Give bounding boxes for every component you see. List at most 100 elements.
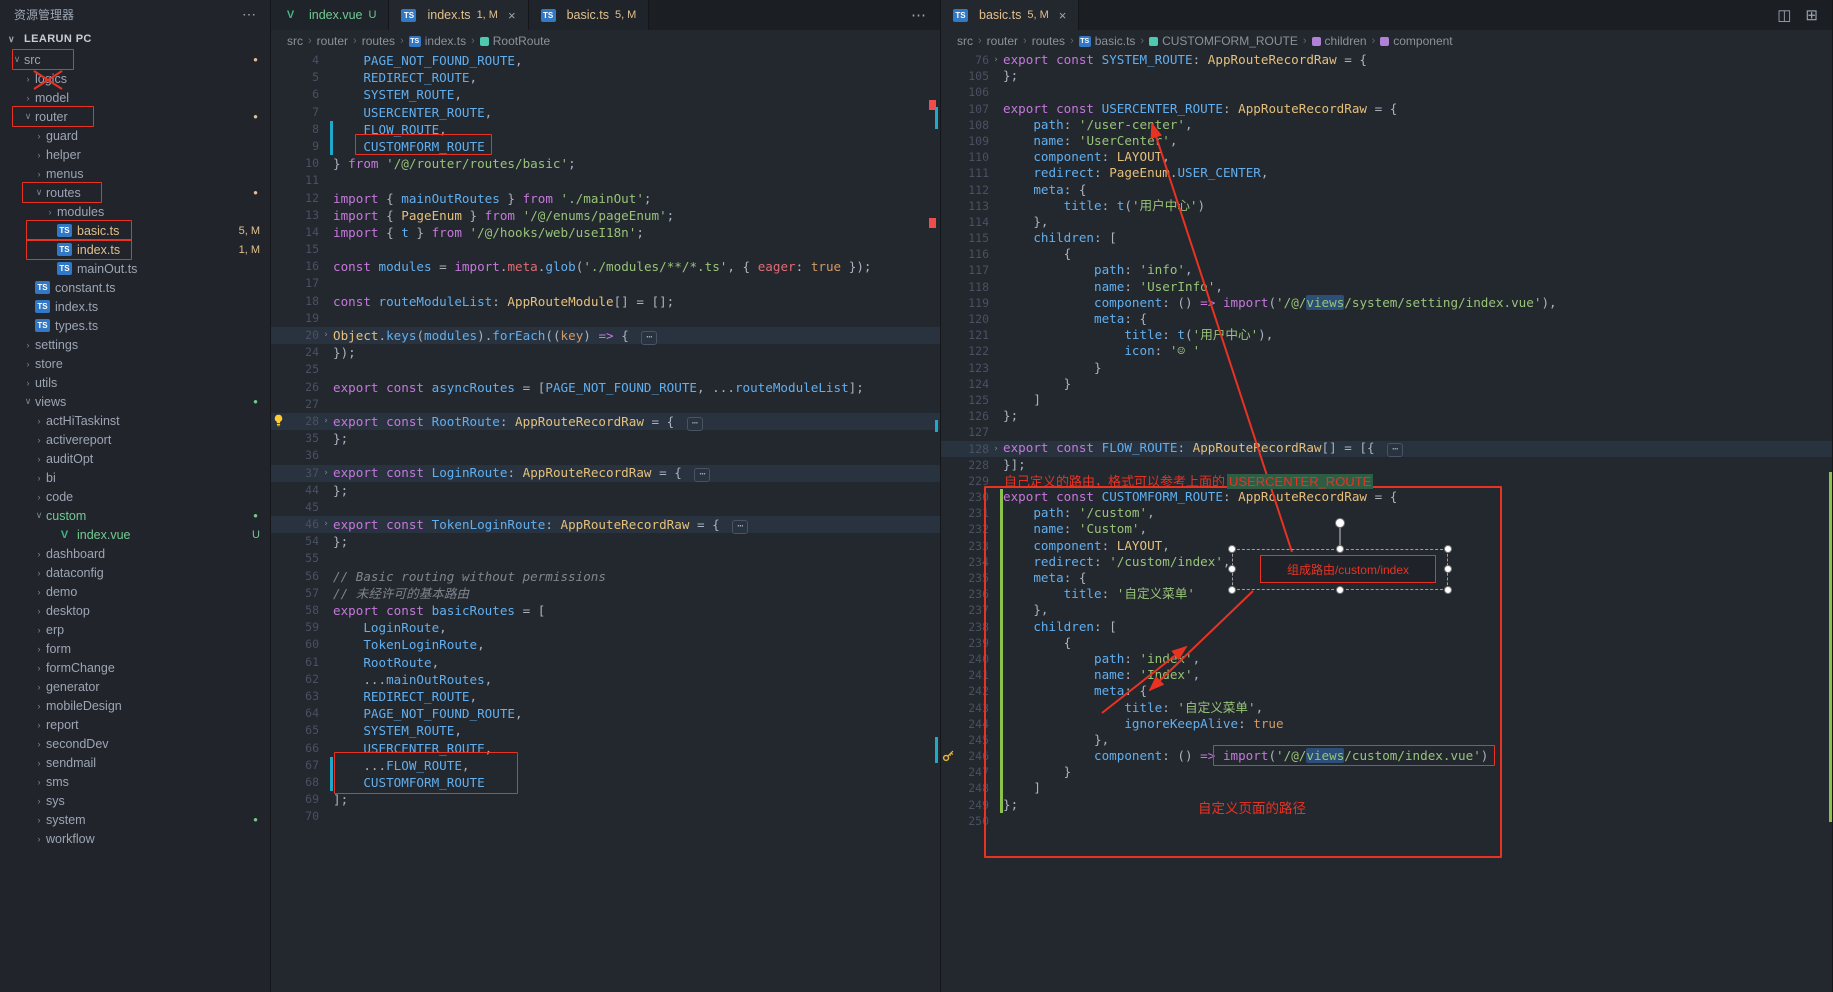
tree-item-bi[interactable]: ›bi [0, 468, 270, 487]
fold-ellipsis-icon[interactable]: ⋯ [687, 417, 703, 431]
breadcrumb-item-src[interactable]: src [287, 34, 303, 48]
fold-chevron-icon[interactable]: › [319, 465, 333, 482]
code-line[interactable]: 10} from '/@/router/routes/basic'; [271, 155, 940, 172]
chevron-right-icon[interactable]: › [32, 739, 46, 749]
tree-item-generator[interactable]: ›generator [0, 677, 270, 696]
code-line[interactable]: 15 [271, 241, 940, 258]
code-line[interactable]: 122 icon: '☺ ' [941, 343, 1832, 359]
tree-item-form[interactable]: ›form [0, 639, 270, 658]
code-line[interactable]: 16const modules = import.meta.glob('./mo… [271, 258, 940, 275]
code-line[interactable]: 128›export const FLOW_ROUTE: AppRouteRec… [941, 441, 1832, 457]
code-line[interactable]: 113 title: t('用户中心') [941, 198, 1832, 214]
workspace-section-header[interactable]: ∨ LEARUN PC [0, 28, 270, 50]
code-line[interactable]: 118 name: 'UserInfo', [941, 279, 1832, 295]
more-actions-icon[interactable]: ⋯ [911, 6, 926, 24]
code-line[interactable]: 245 }, [941, 732, 1832, 748]
code-line[interactable]: 115 children: [ [941, 230, 1832, 246]
tree-item-index.ts[interactable]: TSindex.ts [0, 297, 270, 316]
tree-item-basic.ts[interactable]: TSbasic.ts5, M [0, 221, 270, 240]
code-line[interactable]: 26export const asyncRoutes = [PAGE_NOT_F… [271, 379, 940, 396]
tree-item-sys[interactable]: ›sys [0, 791, 270, 810]
code-line[interactable]: 112 meta: { [941, 182, 1832, 198]
breadcrumb-item-CUSTOMFORM_ROUTE[interactable]: CUSTOMFORM_ROUTE [1149, 34, 1298, 48]
code-line[interactable]: 229 [941, 473, 1832, 489]
code-line[interactable]: 8 FLOW_ROUTE, [271, 121, 940, 138]
code-line[interactable]: 249}; [941, 797, 1832, 813]
chevron-right-icon[interactable]: › [32, 796, 46, 806]
chevron-right-icon[interactable]: › [43, 207, 57, 217]
chevron-right-icon[interactable]: › [32, 492, 46, 502]
fold-ellipsis-icon[interactable]: ⋯ [641, 331, 657, 345]
chevron-right-icon[interactable]: › [32, 682, 46, 692]
code-line[interactable]: 54}; [271, 533, 940, 550]
tree-item-modules[interactable]: ›modules [0, 202, 270, 221]
breadcrumb-item-routes[interactable]: routes [362, 34, 395, 48]
fold-chevron-icon[interactable]: › [989, 441, 1003, 457]
code-line[interactable]: 63 REDIRECT_ROUTE, [271, 688, 940, 705]
code-line[interactable]: 123 } [941, 360, 1832, 376]
code-line[interactable]: 44}; [271, 482, 940, 499]
chevron-down-icon[interactable]: ∨ [10, 54, 24, 65]
code-line[interactable]: 27 [271, 396, 940, 413]
tree-item-mobileDesign[interactable]: ›mobileDesign [0, 696, 270, 715]
breadcrumb-item-router[interactable]: router [987, 34, 1018, 48]
key-icon[interactable] [942, 749, 956, 763]
code-line[interactable]: 57// 未经许可的基本路由 [271, 585, 940, 602]
code-line[interactable]: 120 meta: { [941, 311, 1832, 327]
breadcrumb-item-children[interactable]: children [1312, 34, 1367, 48]
code-line[interactable]: 19 [271, 310, 940, 327]
tree-item-auditOpt[interactable]: ›auditOpt [0, 449, 270, 468]
code-line[interactable]: 65 SYSTEM_ROUTE, [271, 722, 940, 739]
tree-item-system[interactable]: ›system● [0, 810, 270, 829]
code-line[interactable]: 37›export const LoginRoute: AppRouteReco… [271, 465, 940, 482]
code-line[interactable]: 108 path: '/user-center', [941, 117, 1832, 133]
code-line[interactable]: 105}; [941, 68, 1832, 84]
code-line[interactable]: 46›export const TokenLoginRoute: AppRout… [271, 516, 940, 533]
code-line[interactable]: 36 [271, 447, 940, 464]
code-line[interactable]: 121 title: t('用户中心'), [941, 327, 1832, 343]
chevron-right-icon[interactable]: › [32, 777, 46, 787]
close-icon[interactable]: × [508, 8, 516, 23]
code-line[interactable]: 5 REDIRECT_ROUTE, [271, 69, 940, 86]
chevron-right-icon[interactable]: › [32, 758, 46, 768]
tree-item-sms[interactable]: ›sms [0, 772, 270, 791]
code-line[interactable]: 239 { [941, 635, 1832, 651]
tree-item-demo[interactable]: ›demo [0, 582, 270, 601]
code-line[interactable]: 20›Object.keys(modules).forEach((key) =>… [271, 327, 940, 344]
breadcrumb-item-routes[interactable]: routes [1032, 34, 1065, 48]
chevron-right-icon[interactable]: › [32, 587, 46, 597]
fold-chevron-icon[interactable]: › [319, 413, 333, 430]
code-line[interactable]: 14import { t } from '/@/hooks/web/useI18… [271, 224, 940, 241]
tree-item-formChange[interactable]: ›formChange [0, 658, 270, 677]
code-line[interactable]: 55 [271, 550, 940, 567]
code-line[interactable]: 246 component: () => import('/@/views/cu… [941, 748, 1832, 764]
breadcrumb-item-index.ts[interactable]: TSindex.ts [409, 34, 466, 48]
code-line[interactable]: 247 } [941, 764, 1832, 780]
code-line[interactable]: 13import { PageEnum } from '/@/enums/pag… [271, 207, 940, 224]
chevron-down-icon[interactable]: ∨ [32, 510, 46, 521]
chevron-right-icon[interactable]: › [32, 150, 46, 160]
code-line[interactable]: 45 [271, 499, 940, 516]
tree-item-index.ts[interactable]: TSindex.ts1, M [0, 240, 270, 259]
code-line[interactable]: 62 ...mainOutRoutes, [271, 671, 940, 688]
chevron-right-icon[interactable]: › [32, 473, 46, 483]
code-line[interactable]: 126}; [941, 408, 1832, 424]
code-line[interactable]: 238 children: [ [941, 619, 1832, 635]
code-line[interactable]: 237 }, [941, 602, 1832, 618]
chevron-right-icon[interactable]: › [32, 454, 46, 464]
chevron-right-icon[interactable]: › [32, 606, 46, 616]
code-line[interactable]: 24}); [271, 344, 940, 361]
code-line[interactable]: 244 ignoreKeepAlive: true [941, 716, 1832, 732]
tree-item-secondDev[interactable]: ›secondDev [0, 734, 270, 753]
code-line[interactable]: 114 }, [941, 214, 1832, 230]
chevron-down-icon[interactable]: ∨ [32, 187, 46, 198]
tree-item-erp[interactable]: ›erp [0, 620, 270, 639]
code-line[interactable]: 109 name: 'UserCenter', [941, 133, 1832, 149]
tree-item-views[interactable]: ∨views● [0, 392, 270, 411]
code-line[interactable]: 127 [941, 424, 1832, 440]
code-line[interactable]: 68 CUSTOMFORM_ROUTE [271, 774, 940, 791]
code-editor[interactable]: 4 PAGE_NOT_FOUND_ROUTE,5 REDIRECT_ROUTE,… [271, 52, 940, 992]
code-line[interactable]: 17 [271, 275, 940, 292]
tree-item-types.ts[interactable]: TStypes.ts [0, 316, 270, 335]
code-line[interactable]: 110 component: LAYOUT, [941, 149, 1832, 165]
